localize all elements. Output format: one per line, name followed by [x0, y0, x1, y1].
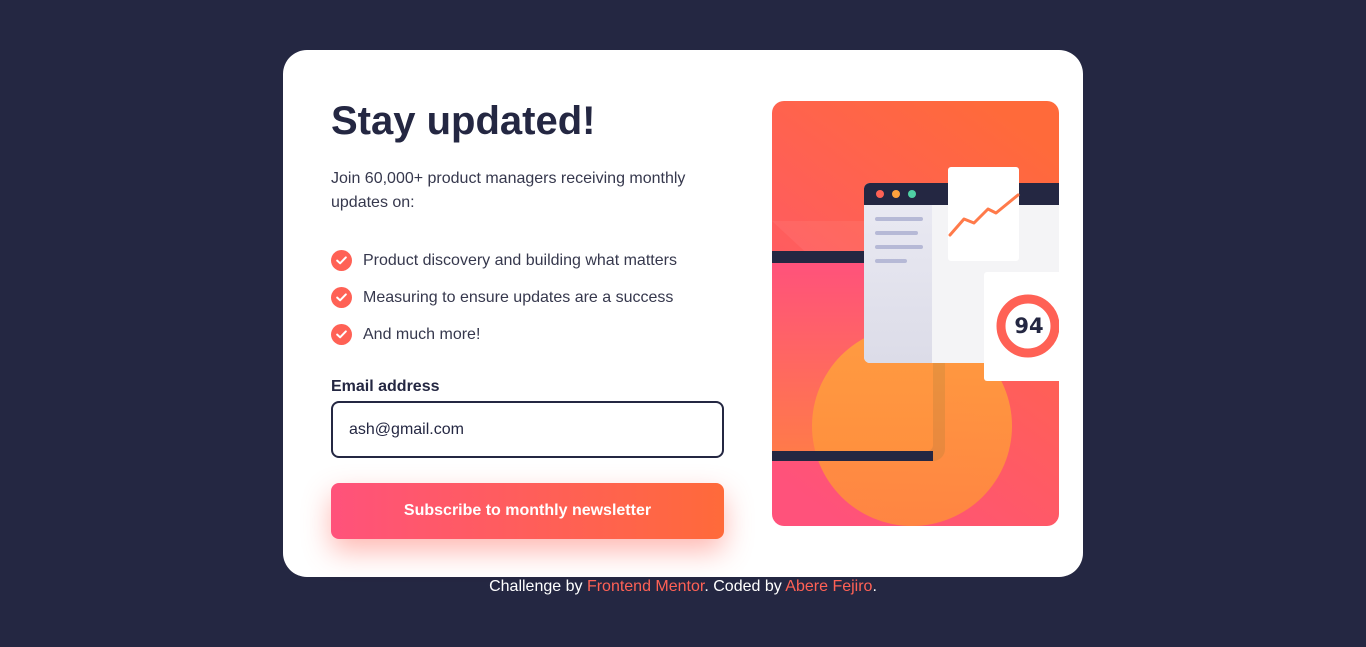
- subscribe-button[interactable]: Subscribe to monthly newsletter: [331, 483, 724, 539]
- page-title: Stay updated!: [331, 99, 596, 143]
- feature-text: And much more!: [363, 325, 481, 343]
- check-icon: [331, 287, 352, 308]
- frontend-mentor-link[interactable]: Frontend Mentor: [587, 578, 704, 595]
- newsletter-card: Stay updated! Join 60,000+ product manag…: [283, 50, 1083, 577]
- check-icon: [331, 324, 352, 345]
- list-item: Product discovery and building what matt…: [331, 242, 724, 279]
- footer-suffix: .: [872, 578, 877, 595]
- email-label: Email address: [331, 378, 440, 395]
- footer: Challenge by Frontend Mentor. Coded by A…: [0, 578, 1366, 596]
- feature-list: Product discovery and building what matt…: [331, 242, 724, 353]
- footer-middle: . Coded by: [704, 578, 786, 595]
- score-value: 94: [1014, 314, 1043, 338]
- feature-text: Product discovery and building what matt…: [363, 251, 677, 269]
- signup-content: Stay updated! Join 60,000+ product manag…: [331, 98, 724, 539]
- hero-illustration: 94: [772, 101, 1059, 526]
- list-item: Measuring to ensure updates are a succes…: [331, 279, 724, 316]
- intro-text: Join 60,000+ product managers receiving …: [331, 170, 686, 211]
- list-item: And much more!: [331, 316, 724, 353]
- feature-text: Measuring to ensure updates are a succes…: [363, 288, 674, 306]
- email-field[interactable]: [331, 401, 724, 458]
- footer-prefix: Challenge by: [489, 578, 587, 595]
- check-icon: [331, 250, 352, 271]
- author-link[interactable]: Abere Fejiro: [785, 578, 872, 595]
